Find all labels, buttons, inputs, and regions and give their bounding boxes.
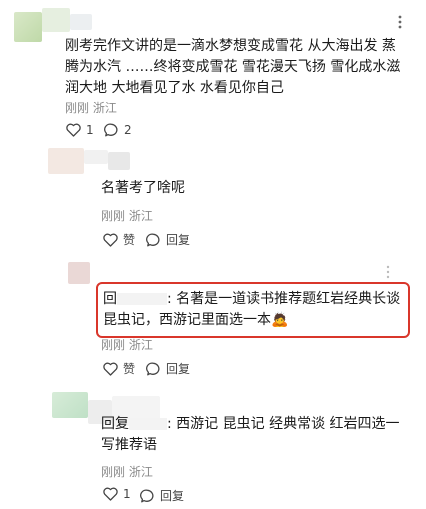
- heart-icon: [66, 123, 81, 137]
- timestamp: 刚刚: [101, 465, 126, 479]
- reply-count: 2: [124, 123, 132, 137]
- bowing-emoji: 🙇: [271, 312, 289, 328]
- reply-button[interactable]: 回复: [140, 487, 184, 504]
- heart-icon: [103, 362, 118, 376]
- comment-meta: 刚刚 浙江: [65, 99, 117, 116]
- comment-text: 刚考完作文讲的是一滴水梦想变成雪花 从大海出发 蒸 腾为水汽 ……终将变成雪花 …: [65, 38, 401, 96]
- avatar-mosaic: [84, 150, 108, 164]
- reply-label: 回复: [166, 233, 191, 247]
- username-blurred[interactable]: [70, 14, 92, 30]
- reply-button[interactable]: 回复: [146, 231, 190, 248]
- comment-text: 名著考了啥呢: [101, 180, 185, 196]
- mention-blurred: [117, 293, 167, 305]
- reply-prefix: 回: [103, 291, 117, 307]
- like-button[interactable]: 赞: [103, 231, 135, 248]
- location: 浙江: [92, 101, 117, 115]
- location: 浙江: [128, 209, 153, 223]
- reply-label: 回复: [166, 362, 191, 376]
- like-label: 赞: [123, 362, 136, 376]
- timestamp: 刚刚: [101, 338, 126, 352]
- like-count: 1: [123, 487, 131, 501]
- comment-bubble-icon: [146, 233, 160, 246]
- like-button[interactable]: 1: [103, 487, 131, 501]
- avatar[interactable]: [68, 262, 90, 284]
- location: 浙江: [128, 338, 153, 352]
- more-icon[interactable]: [392, 14, 408, 30]
- timestamp: 刚刚: [101, 209, 126, 223]
- timestamp: 刚刚: [65, 101, 90, 115]
- reply-prefix: 回复: [101, 416, 129, 432]
- comment-meta: 刚刚 浙江: [101, 463, 153, 480]
- reply-button[interactable]: 回复: [146, 360, 190, 377]
- more-icon[interactable]: [380, 264, 396, 280]
- comment-bubble-icon: [140, 489, 154, 502]
- comment-text: 回: 名著是一道读书推荐题红岩经典长谈 昆虫记，西游记里面选一本🙇: [103, 291, 401, 328]
- avatar-mosaic: [42, 8, 70, 32]
- comment-meta: 刚刚 浙江: [101, 336, 153, 353]
- reply-label: 回复: [160, 489, 185, 503]
- like-label: 赞: [123, 233, 136, 247]
- location: 浙江: [128, 465, 153, 479]
- heart-icon: [103, 487, 118, 501]
- avatar[interactable]: [48, 148, 84, 174]
- reply-count-button[interactable]: 2: [104, 123, 132, 137]
- avatar[interactable]: [14, 12, 42, 42]
- comment-bubble-icon: [146, 362, 160, 375]
- mention-blurred: [129, 418, 167, 430]
- username-blurred[interactable]: [108, 152, 130, 170]
- comment-text: 回复: 西游记 昆虫记 经典常谈 红岩四选一 写推荐语: [101, 416, 400, 453]
- heart-icon: [103, 233, 118, 247]
- avatar[interactable]: [52, 392, 88, 418]
- comment-meta: 刚刚 浙江: [101, 207, 153, 224]
- like-button[interactable]: 赞: [103, 360, 135, 377]
- like-button[interactable]: 1: [66, 123, 94, 137]
- like-count: 1: [86, 123, 94, 137]
- comment-bubble-icon: [104, 123, 118, 137]
